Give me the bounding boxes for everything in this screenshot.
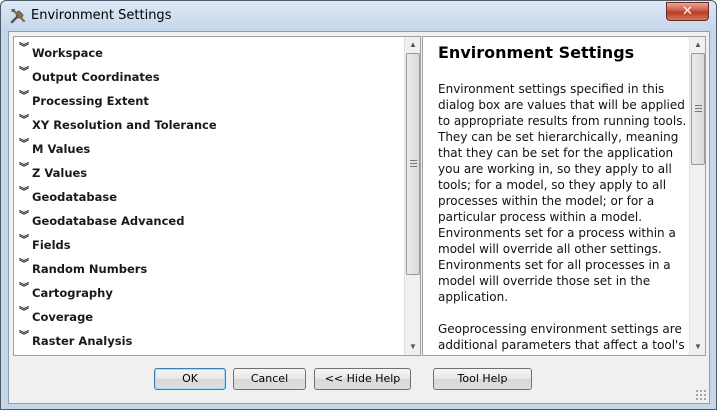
env-category-processing-extent[interactable]: ︾ Processing Extent <box>14 91 404 111</box>
env-category-raster-analysis[interactable]: ︾ Raster Analysis <box>14 331 404 351</box>
env-category-label: XY Resolution and Tolerance <box>32 118 217 132</box>
help-paragraph: Geoprocessing environment settings are a… <box>438 322 685 352</box>
env-category-xy-resolution[interactable]: ︾ XY Resolution and Tolerance <box>14 115 404 135</box>
help-paragraph: Environment settings specified in this d… <box>438 82 687 304</box>
env-category-label: Random Numbers <box>32 262 148 276</box>
help-scrollbar[interactable]: ▲ ▼ <box>689 37 705 355</box>
help-panel: Environment Settings Environment setting… <box>422 36 706 356</box>
window-title: Environment Settings <box>31 8 172 23</box>
env-category-coverage[interactable]: ︾ Coverage <box>14 307 404 327</box>
double-chevron-down-icon: ︾ <box>19 307 29 318</box>
env-category-random-numbers[interactable]: ︾ Random Numbers <box>14 259 404 279</box>
scroll-thumb[interactable] <box>691 53 705 165</box>
env-category-label: Coverage <box>32 310 94 324</box>
env-category-label: Output Coordinates <box>32 70 160 84</box>
env-category-geodatabase[interactable]: ︾ Geodatabase <box>14 187 404 207</box>
ok-button[interactable]: OK <box>154 368 226 390</box>
double-chevron-down-icon: ︾ <box>19 67 29 78</box>
hide-help-button[interactable]: << Hide Help <box>314 368 411 390</box>
env-category-cartography[interactable]: ︾ Cartography <box>14 283 404 303</box>
cancel-button[interactable]: Cancel <box>233 368 306 390</box>
scroll-down-arrow-icon[interactable]: ▼ <box>405 339 421 355</box>
help-title: Environment Settings <box>438 43 635 62</box>
double-chevron-down-icon: ︾ <box>19 331 29 342</box>
scroll-up-arrow-icon[interactable]: ▲ <box>405 37 421 53</box>
tool-help-button[interactable]: Tool Help <box>433 368 532 390</box>
double-chevron-down-icon: ︾ <box>19 211 29 222</box>
double-chevron-down-icon: ︾ <box>19 115 29 126</box>
env-category-workspace[interactable]: ︾ Workspace <box>14 43 404 63</box>
env-category-fields[interactable]: ︾ Fields <box>14 235 404 255</box>
env-category-label: Cartography <box>32 286 113 300</box>
env-category-label: Z Values <box>32 166 88 180</box>
env-category-label: Geodatabase <box>32 190 118 204</box>
environment-list-scrollbar[interactable]: ▲ ▼ <box>404 37 420 355</box>
environment-list: ︾ Workspace ︾ Output Coordinates ︾ Proce… <box>14 37 404 355</box>
title-bar[interactable]: Environment Settings ✕ <box>1 1 716 32</box>
double-chevron-down-icon: ︾ <box>19 163 29 174</box>
close-icon: ✕ <box>682 4 693 19</box>
double-chevron-down-icon: ︾ <box>19 187 29 198</box>
env-category-label: Geodatabase Advanced <box>32 214 185 228</box>
env-category-label: Workspace <box>32 46 103 60</box>
double-chevron-down-icon: ︾ <box>19 235 29 246</box>
grip-icon <box>410 160 417 167</box>
resize-grip-icon[interactable] <box>695 389 707 401</box>
env-category-label: Processing Extent <box>32 94 149 108</box>
scroll-thumb[interactable] <box>406 53 420 275</box>
env-category-label: M Values <box>32 142 91 156</box>
double-chevron-down-icon: ︾ <box>19 283 29 294</box>
scroll-up-arrow-icon[interactable]: ▲ <box>690 37 706 53</box>
double-chevron-down-icon: ︾ <box>19 259 29 270</box>
env-category-label: Raster Analysis <box>32 334 133 348</box>
help-content: Environment Settings Environment setting… <box>438 43 688 369</box>
scroll-down-arrow-icon[interactable]: ▼ <box>690 339 706 355</box>
close-button[interactable]: ✕ <box>666 2 709 21</box>
env-category-z-values[interactable]: ︾ Z Values <box>14 163 404 183</box>
env-category-geodatabase-advanced[interactable]: ︾ Geodatabase Advanced <box>14 211 404 231</box>
environment-list-panel: ︾ Workspace ︾ Output Coordinates ︾ Proce… <box>13 36 421 356</box>
double-chevron-down-icon: ︾ <box>19 91 29 102</box>
env-category-label: Fields <box>32 238 71 252</box>
env-category-m-values[interactable]: ︾ M Values <box>14 139 404 159</box>
dialog-client-area: ︾ Workspace ︾ Output Coordinates ︾ Proce… <box>8 31 710 404</box>
double-chevron-down-icon: ︾ <box>19 43 29 54</box>
env-category-output-coordinates[interactable]: ︾ Output Coordinates <box>14 67 404 87</box>
environment-settings-window: Environment Settings ✕ ︾ Workspace ︾ Out… <box>0 0 717 410</box>
grip-icon <box>695 105 702 112</box>
double-chevron-down-icon: ︾ <box>19 139 29 150</box>
tools-icon <box>10 8 26 24</box>
